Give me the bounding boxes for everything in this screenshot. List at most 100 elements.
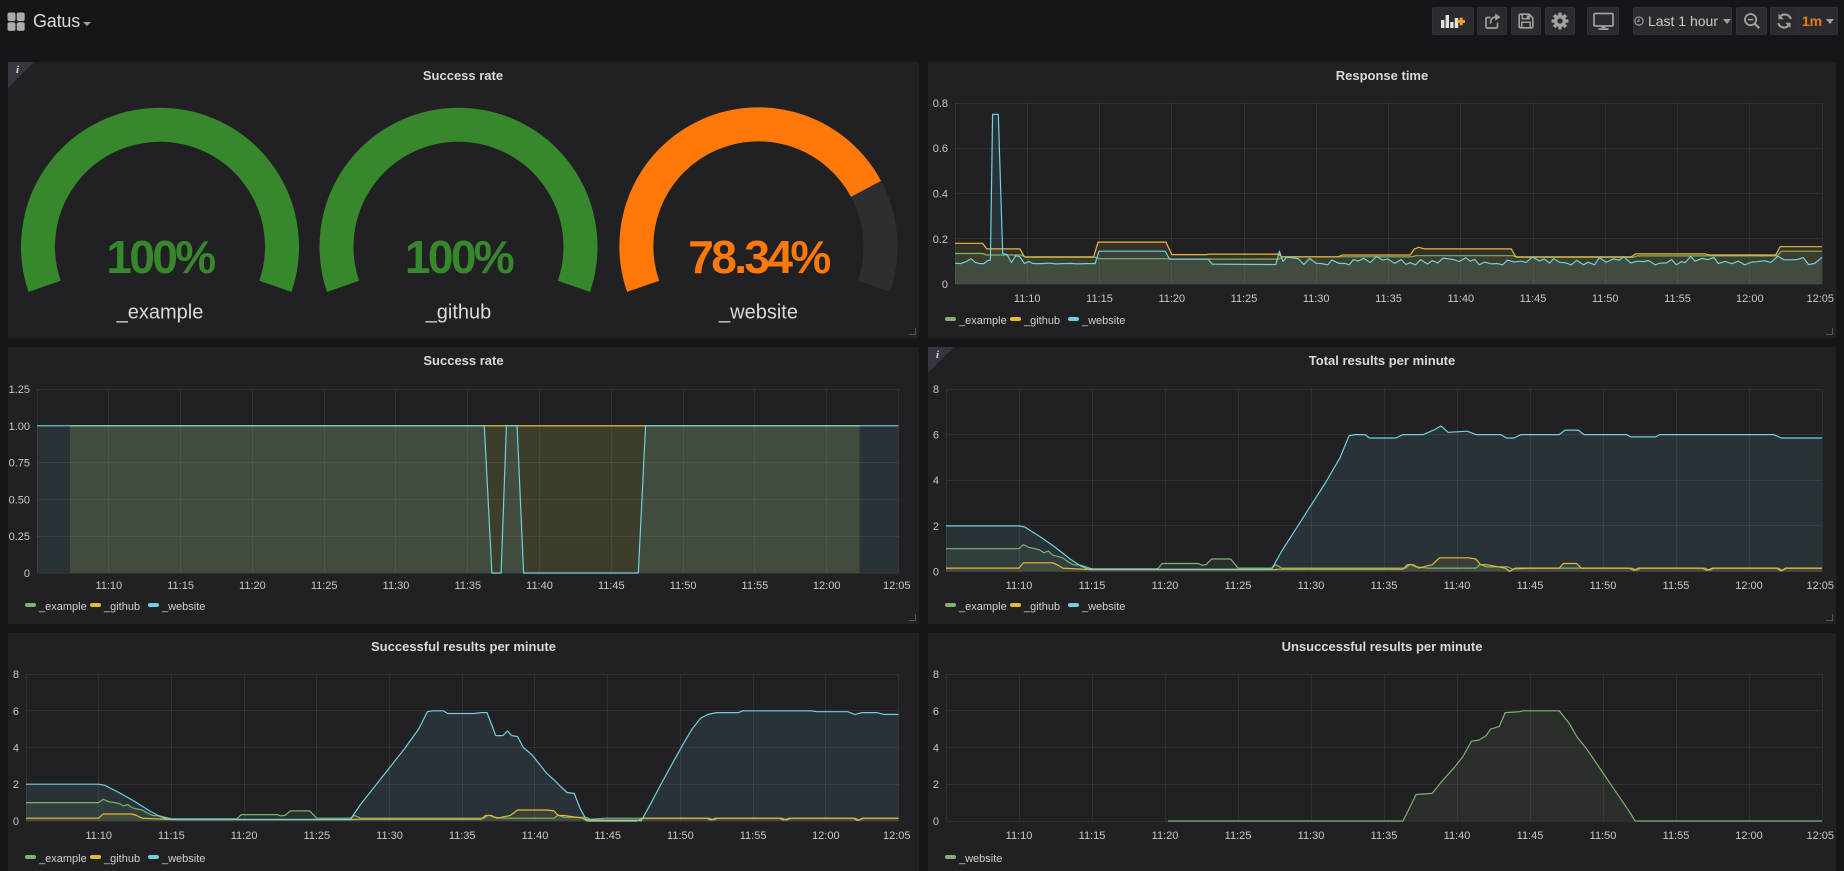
svg-text:0: 0	[933, 567, 939, 579]
svg-text:11:45: 11:45	[598, 580, 625, 592]
svg-text:_example: _example	[958, 315, 1007, 327]
svg-text:11:45: 11:45	[1517, 830, 1544, 842]
svg-text:11:20: 11:20	[239, 580, 266, 592]
svg-text:_github: _github	[103, 601, 140, 613]
svg-text:0.50: 0.50	[9, 494, 30, 506]
svg-text:78.34%: 78.34%	[688, 231, 830, 283]
svg-text:11:30: 11:30	[1303, 293, 1330, 305]
svg-text:11:30: 11:30	[1298, 580, 1325, 592]
svg-text:2: 2	[933, 521, 939, 533]
svg-text:11:50: 11:50	[667, 830, 694, 842]
svg-text:8: 8	[933, 384, 939, 396]
svg-text:100%: 100%	[106, 231, 215, 283]
svg-text:11:35: 11:35	[1371, 830, 1398, 842]
svg-text:11:10: 11:10	[1006, 830, 1033, 842]
svg-text:1.25: 1.25	[9, 384, 30, 396]
svg-text:11:40: 11:40	[526, 580, 553, 592]
svg-text:_website: _website	[1081, 601, 1125, 613]
svg-text:11:10: 11:10	[95, 580, 122, 592]
svg-text:0.8: 0.8	[933, 98, 948, 110]
svg-text:11:45: 11:45	[1520, 293, 1547, 305]
svg-text:12:00: 12:00	[1735, 830, 1763, 842]
svg-text:11:30: 11:30	[376, 830, 403, 842]
svg-text:12:05: 12:05	[1806, 830, 1834, 842]
svg-text:12:00: 12:00	[813, 580, 841, 592]
svg-text:_website: _website	[958, 853, 1002, 865]
svg-text:11:20: 11:20	[231, 830, 258, 842]
svg-text:12:00: 12:00	[1736, 293, 1764, 305]
svg-text:11:20: 11:20	[1152, 830, 1179, 842]
svg-text:6: 6	[933, 430, 939, 442]
svg-text:0: 0	[942, 279, 948, 291]
svg-text:8: 8	[13, 669, 19, 681]
svg-text:_example: _example	[116, 302, 204, 324]
svg-text:11:40: 11:40	[522, 830, 549, 842]
svg-text:11:35: 11:35	[454, 580, 481, 592]
svg-text:11:15: 11:15	[1079, 580, 1106, 592]
svg-text:11:30: 11:30	[383, 580, 410, 592]
svg-text:1.00: 1.00	[9, 421, 30, 433]
svg-text:12:05: 12:05	[883, 830, 911, 842]
svg-text:8: 8	[933, 669, 939, 681]
svg-text:11:55: 11:55	[1663, 580, 1690, 592]
svg-text:11:20: 11:20	[1158, 293, 1185, 305]
svg-text:2: 2	[13, 779, 19, 791]
svg-text:0.25: 0.25	[9, 531, 30, 543]
svg-text:4: 4	[933, 743, 939, 755]
svg-text:11:55: 11:55	[740, 830, 767, 842]
svg-text:12:00: 12:00	[1735, 580, 1763, 592]
svg-text:_website: _website	[161, 853, 205, 865]
svg-text:_github: _github	[103, 853, 140, 865]
svg-text:11:25: 11:25	[303, 830, 330, 842]
svg-text:2: 2	[933, 779, 939, 791]
svg-text:11:45: 11:45	[594, 830, 621, 842]
svg-text:11:50: 11:50	[1590, 580, 1617, 592]
svg-text:0.2: 0.2	[933, 234, 948, 246]
svg-text:11:15: 11:15	[1079, 830, 1106, 842]
svg-text:4: 4	[933, 475, 939, 487]
svg-text:11:25: 11:25	[1225, 580, 1252, 592]
svg-text:12:00: 12:00	[812, 830, 840, 842]
svg-text:11:10: 11:10	[1014, 293, 1041, 305]
svg-text:11:30: 11:30	[1298, 830, 1325, 842]
svg-text:11:25: 11:25	[311, 580, 338, 592]
svg-text:6: 6	[933, 706, 939, 718]
svg-text:11:50: 11:50	[1592, 293, 1619, 305]
svg-text:_website: _website	[161, 601, 205, 613]
svg-text:_website: _website	[1081, 315, 1125, 327]
svg-text:11:50: 11:50	[1590, 830, 1617, 842]
svg-text:11:10: 11:10	[85, 830, 112, 842]
svg-text:11:20: 11:20	[1152, 580, 1179, 592]
svg-text:12:05: 12:05	[883, 580, 911, 592]
svg-text:11:55: 11:55	[1664, 293, 1691, 305]
svg-text:_github: _github	[1023, 315, 1060, 327]
svg-text:0.6: 0.6	[933, 143, 948, 155]
svg-text:12:05: 12:05	[1806, 580, 1834, 592]
svg-text:11:40: 11:40	[1444, 830, 1471, 842]
svg-text:11:25: 11:25	[1231, 293, 1258, 305]
svg-text:_website: _website	[718, 302, 798, 324]
svg-text:11:45: 11:45	[1517, 580, 1544, 592]
svg-text:11:15: 11:15	[1086, 293, 1113, 305]
svg-text:Success rate: Success rate	[423, 68, 503, 83]
svg-text:100%: 100%	[405, 231, 514, 283]
svg-text:Success rate: Success rate	[423, 353, 503, 368]
svg-text:_github: _github	[425, 302, 492, 324]
svg-text:11:35: 11:35	[1375, 293, 1402, 305]
svg-text:Response time: Response time	[1336, 68, 1428, 83]
svg-text:Unsuccessful results per minut: Unsuccessful results per minute	[1282, 639, 1483, 654]
svg-text:11:35: 11:35	[449, 830, 476, 842]
svg-text:11:50: 11:50	[670, 580, 697, 592]
svg-text:_example: _example	[38, 601, 87, 613]
svg-text:0: 0	[24, 568, 30, 580]
svg-text:0.75: 0.75	[9, 458, 30, 470]
svg-text:11:25: 11:25	[1225, 830, 1252, 842]
svg-text:0.4: 0.4	[933, 189, 948, 201]
svg-text:_example: _example	[958, 601, 1007, 613]
svg-text:_example: _example	[38, 853, 87, 865]
svg-text:Successful results per minute: Successful results per minute	[371, 639, 556, 654]
svg-text:11:40: 11:40	[1447, 293, 1474, 305]
svg-text:12:05: 12:05	[1806, 293, 1834, 305]
svg-text:0: 0	[13, 816, 19, 828]
svg-text:0: 0	[933, 816, 939, 828]
